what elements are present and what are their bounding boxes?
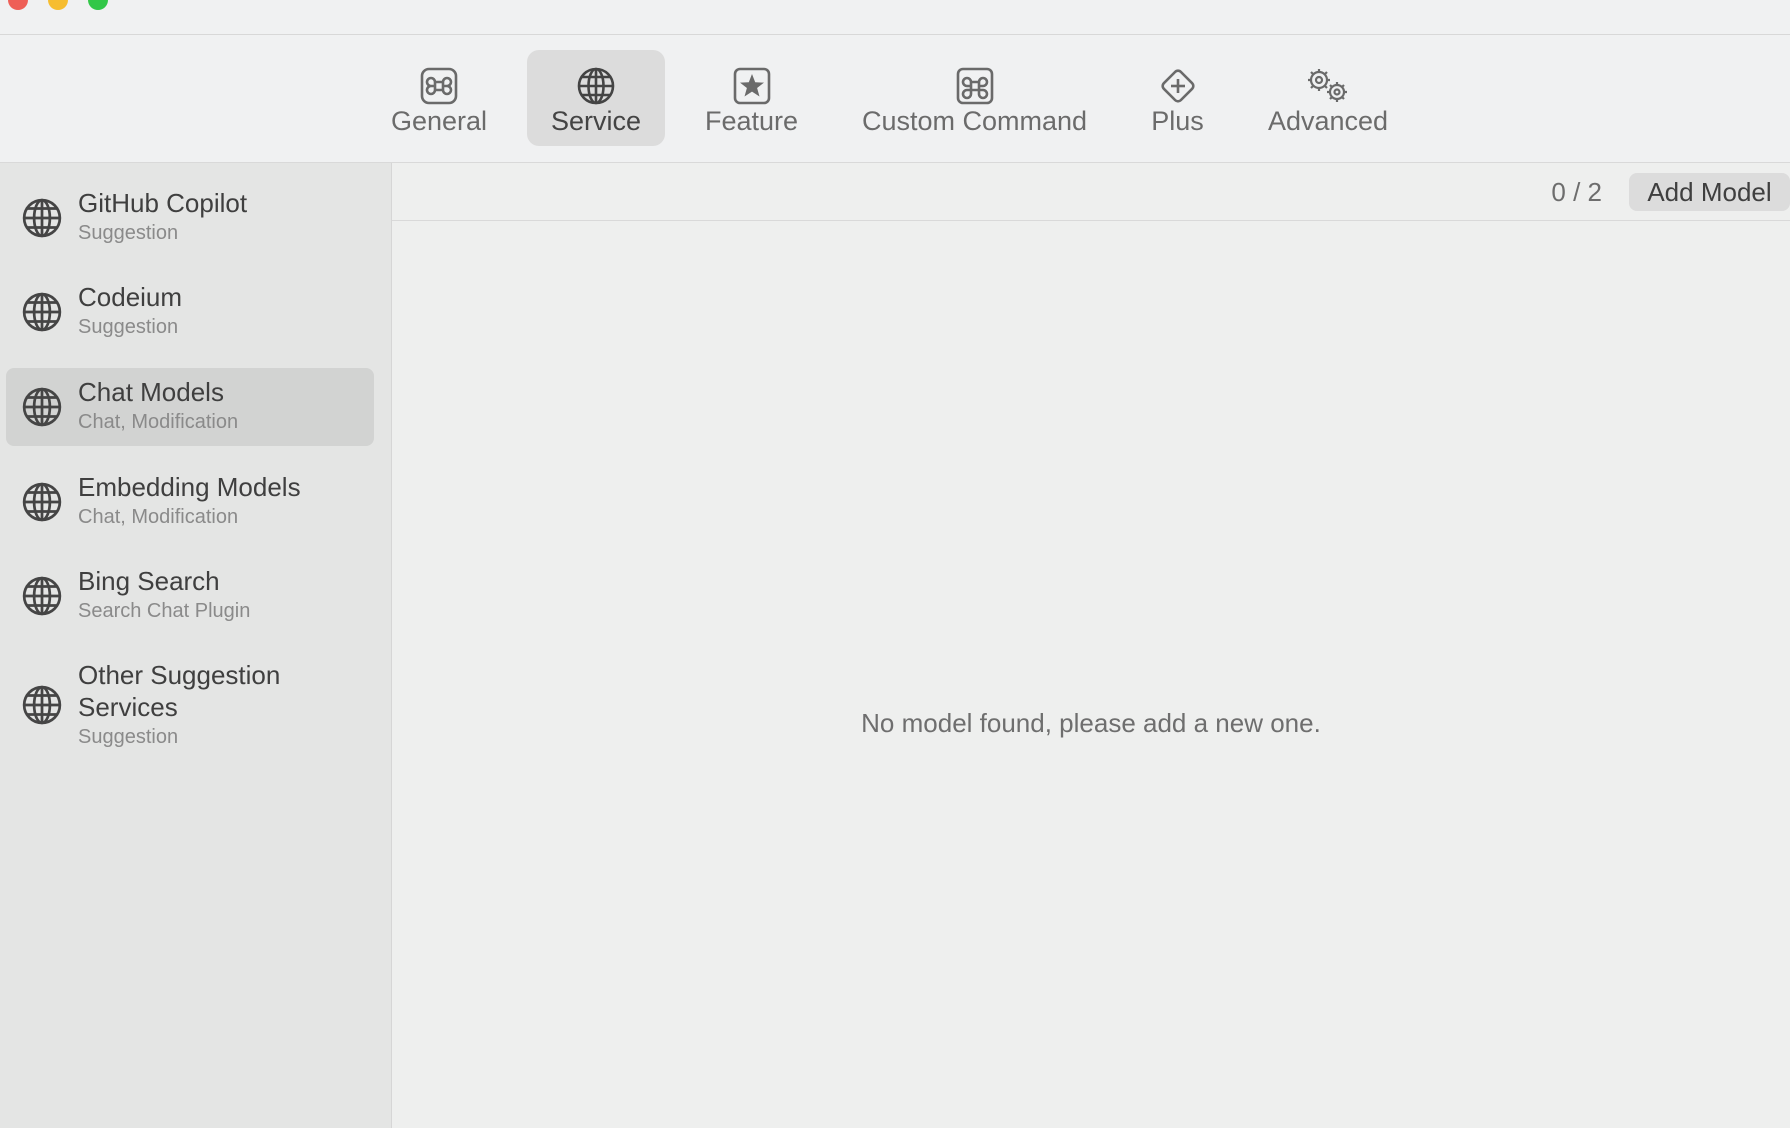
gears-icon — [1304, 64, 1352, 108]
sidebar-item-subtitle: Chat, Modification — [78, 411, 239, 433]
globe-icon — [22, 387, 62, 427]
tab-general-label: General — [390, 106, 488, 136]
chat-models-panel: 0 / 2 Add Model No model found, please a… — [392, 163, 1790, 1128]
globe-icon — [576, 64, 616, 108]
globe-icon — [22, 576, 62, 616]
sidebar-item-title: Embedding Models — [78, 472, 301, 502]
globe-icon — [22, 292, 62, 332]
tab-custom-command-label: Custom Command — [861, 106, 1088, 136]
sidebar-item-subtitle: Suggestion — [78, 316, 179, 338]
sidebar-item-title: Chat Models — [78, 377, 224, 407]
sidebar-item-title: Bing Search — [78, 566, 220, 596]
tab-plus-label: Plus — [1151, 106, 1204, 136]
add-model-button[interactable]: Add Model — [1629, 173, 1790, 211]
model-count: 0 / 2 — [1551, 177, 1602, 207]
models-header: 0 / 2 Add Model — [392, 163, 1790, 221]
minimize-window-button[interactable] — [48, 0, 68, 10]
sidebar-item-embedding-models[interactable]: Embedding Models Chat, Modification — [6, 459, 374, 537]
tab-feature[interactable]: Feature — [694, 50, 809, 146]
star-square-icon — [732, 64, 772, 108]
tab-advanced[interactable]: Advanced — [1258, 50, 1398, 146]
sidebar-item-subtitle: Suggestion — [78, 726, 179, 748]
sidebar-item-chat-models[interactable]: Chat Models Chat, Modification — [6, 368, 374, 446]
tab-general[interactable]: General — [380, 50, 498, 146]
settings-toolbar: General Service Feature Custom Command P… — [0, 35, 1790, 163]
tab-service-label: Service — [550, 106, 642, 136]
tab-feature-label: Feature — [704, 106, 799, 136]
sidebar-item-title: Codeium — [78, 282, 183, 312]
sidebar-item-subtitle: Suggestion — [78, 222, 179, 244]
sidebar-item-bing-search[interactable]: Bing Search Search Chat Plugin — [6, 553, 374, 631]
globe-icon — [22, 198, 62, 238]
sidebar-item-subtitle: Search Chat Plugin — [78, 600, 251, 622]
sidebar-item-other-suggestion-services[interactable]: Other Suggestion Services Suggestion — [6, 647, 374, 757]
sidebar-item-title: Other Suggestion Services — [78, 660, 281, 722]
sidebar-item-title: GitHub Copilot — [78, 188, 248, 218]
zoom-window-button[interactable] — [88, 0, 108, 10]
close-window-button[interactable] — [8, 0, 28, 10]
service-sidebar: GitHub Copilot Suggestion Codeium Sugges… — [0, 163, 392, 1128]
tab-plus[interactable]: Plus — [1135, 50, 1220, 146]
command-icon — [955, 64, 995, 108]
sidebar-item-codeium[interactable]: Codeium Suggestion — [6, 271, 374, 349]
sidebar-item-subtitle: Chat, Modification — [78, 506, 239, 528]
plus-diamond-icon — [1158, 64, 1198, 108]
empty-state-message: No model found, please add a new one. — [861, 708, 1321, 738]
globe-icon — [22, 685, 62, 725]
globe-icon — [22, 482, 62, 522]
tab-advanced-label: Advanced — [1267, 106, 1389, 136]
tab-custom-command[interactable]: Custom Command — [852, 50, 1097, 146]
tab-service[interactable]: Service — [527, 50, 665, 146]
command-square-icon — [419, 64, 459, 108]
title-bar — [0, 0, 1790, 35]
sidebar-item-github-copilot[interactable]: GitHub Copilot Suggestion — [6, 177, 374, 255]
